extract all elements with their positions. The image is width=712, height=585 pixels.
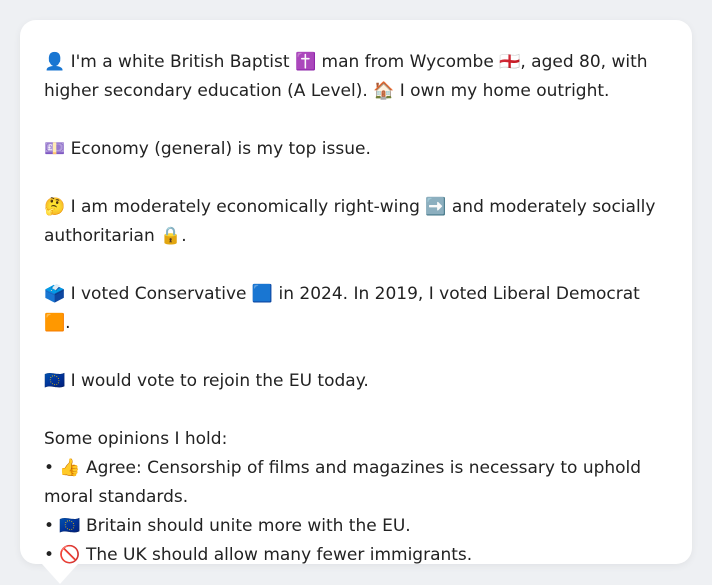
opinions-list: • 👍 Agree: Censorship of films and magaz… (44, 454, 668, 570)
opinion-item: • 👍 Agree: Censorship of films and magaz… (44, 458, 642, 507)
persona-message-bubble: 👤 I'm a white British Baptist ✝️ man fro… (20, 20, 692, 565)
persona-text: 👤 I'm a white British Baptist ✝️ man fro… (44, 48, 668, 570)
top-issue-paragraph: 💷 Economy (general) is my top issue. (44, 139, 371, 159)
voting-history-paragraph: 🗳️ I voted Conservative 🟦 in 2024. In 20… (44, 284, 640, 333)
bubble-tail (42, 564, 78, 584)
eu-stance-paragraph: 🇪🇺 I would vote to rejoin the EU today. (44, 371, 369, 391)
opinion-item: • 🚫 The UK should allow many fewer immig… (44, 545, 473, 565)
opinions-heading: Some opinions I hold: (44, 429, 228, 449)
ideology-paragraph: 🤔 I am moderately economically right-win… (44, 197, 656, 246)
opinion-item: • 🇪🇺 Britain should unite more with the … (44, 516, 411, 536)
demographics-paragraph: 👤 I'm a white British Baptist ✝️ man fro… (44, 52, 648, 101)
